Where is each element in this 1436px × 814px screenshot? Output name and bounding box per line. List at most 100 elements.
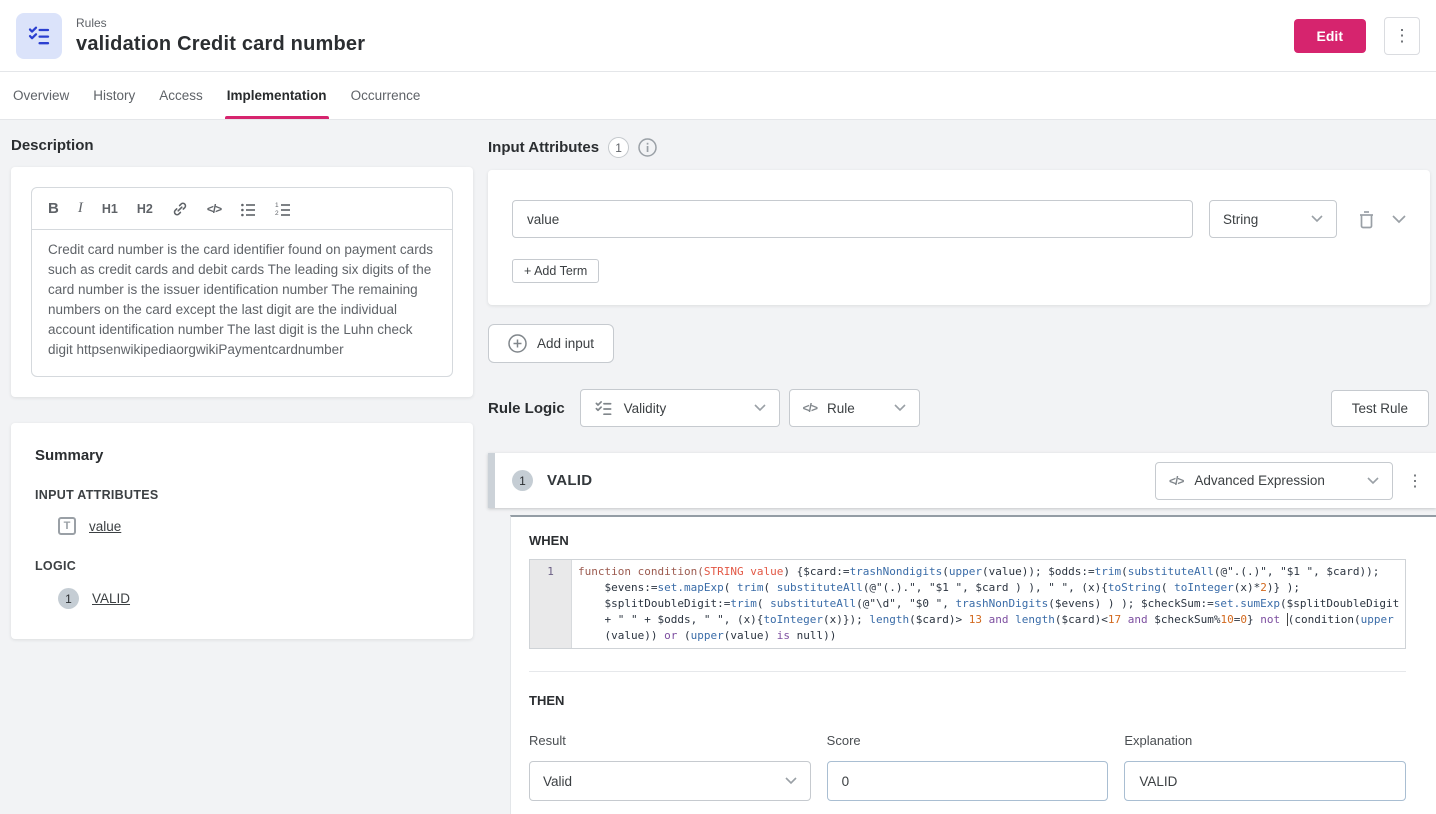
input-attributes-card: String + Add Term — [488, 170, 1430, 305]
bold-button[interactable]: B — [48, 200, 59, 217]
chevron-down-icon — [1367, 477, 1379, 485]
explanation-field: Explanation — [1124, 733, 1406, 801]
heading2-button[interactable]: H2 — [137, 202, 153, 216]
expression-type-value: Advanced Expression — [1194, 473, 1356, 488]
code-icon: </> — [803, 401, 817, 415]
explanation-input[interactable] — [1124, 761, 1406, 801]
tab-bar: Overview History Access Implementation O… — [0, 72, 1436, 120]
summary-logic-label: LOGIC — [35, 559, 449, 573]
checklist-icon — [594, 399, 613, 418]
summary-input-attributes-label: INPUT ATTRIBUTES — [35, 488, 449, 502]
logic-block-kebab-button[interactable]: ⋮ — [1407, 471, 1423, 491]
bullet-list-icon[interactable] — [240, 201, 256, 217]
summary-card: Summary INPUT ATTRIBUTES T value LOGIC 1… — [11, 423, 473, 639]
right-column: Input Attributes 1 String — [488, 120, 1436, 813]
logic-mode-value: Rule — [827, 401, 884, 416]
tab-implementation[interactable]: Implementation — [225, 72, 329, 119]
page-header: Rules validation Credit card number Edit… — [0, 0, 1436, 72]
left-column: Description B I H1 H2 </> — [11, 120, 473, 813]
result-value: Valid — [543, 774, 572, 789]
logic-block-badge: 1 — [512, 470, 533, 491]
expression-type-select[interactable]: </> Advanced Expression — [1155, 462, 1393, 500]
attribute-type-select[interactable]: String — [1209, 200, 1337, 238]
rule-logic-row: Rule Logic Validity </> Rule Test Rule — [488, 389, 1436, 427]
logic-mode-select[interactable]: </> Rule — [789, 389, 920, 427]
rule-logic-label: Rule Logic — [488, 400, 565, 417]
trash-icon — [1358, 210, 1375, 229]
breadcrumb: Rules — [76, 16, 365, 30]
text-attribute-icon: T — [58, 517, 76, 535]
add-input-label: Add input — [537, 336, 594, 351]
logic-block-name: VALID — [547, 472, 592, 489]
page-title: validation Credit card number — [76, 33, 365, 56]
description-text[interactable]: Credit card number is the card identifie… — [32, 230, 452, 376]
expression-code[interactable]: function condition(STRING value) {$card:… — [572, 560, 1405, 648]
logic-block-header[interactable]: 1 VALID </> Advanced Expression ⋮ — [488, 453, 1436, 508]
main-content: Description B I H1 H2 </> — [0, 120, 1436, 813]
score-input[interactable] — [827, 761, 1109, 801]
attribute-name-input[interactable] — [512, 200, 1193, 238]
kebab-icon: ⋮ — [1407, 473, 1423, 490]
kebab-icon: ⋮ — [1394, 27, 1411, 44]
explanation-label: Explanation — [1124, 733, 1406, 748]
summary-heading: Summary — [35, 447, 449, 464]
summary-attribute-row: T value — [58, 517, 449, 535]
divider — [529, 671, 1406, 672]
then-fields: Result Valid Score Explanation — [529, 733, 1406, 801]
title-block: Rules validation Credit card number — [76, 16, 365, 56]
tab-occurrence[interactable]: Occurrence — [349, 72, 423, 119]
code-icon: </> — [1169, 474, 1183, 488]
when-label: WHEN — [529, 533, 1406, 548]
add-term-button[interactable]: + Add Term — [512, 259, 599, 283]
summary-logic-row: 1 VALID — [58, 588, 449, 609]
code-format-icon[interactable]: </> — [207, 202, 221, 216]
logic-index-badge: 1 — [58, 588, 79, 609]
result-select[interactable]: Valid — [529, 761, 811, 801]
numbered-list-icon[interactable]: 1 2 — [275, 201, 291, 217]
input-attribute-row: String — [512, 200, 1406, 238]
expression-code-editor[interactable]: 1 function condition(STRING value) {$car… — [529, 559, 1406, 649]
add-input-button[interactable]: Add input — [488, 324, 614, 363]
result-field: Result Valid — [529, 733, 811, 801]
description-card: B I H1 H2 </> — [11, 167, 473, 397]
heading1-button[interactable]: H1 — [102, 202, 118, 216]
plus-circle-icon — [508, 334, 527, 353]
rules-checklist-icon — [16, 13, 62, 59]
collapse-attribute-button[interactable] — [1392, 215, 1406, 224]
summary-logic-link[interactable]: VALID — [92, 591, 130, 606]
then-label: THEN — [529, 693, 1406, 708]
line-number: 1 — [530, 564, 571, 580]
svg-text:1: 1 — [275, 202, 279, 209]
test-rule-button[interactable]: Test Rule — [1331, 390, 1429, 427]
logic-category-select[interactable]: Validity — [580, 389, 780, 427]
chevron-down-icon — [894, 404, 906, 412]
attribute-type-value: String — [1223, 212, 1258, 227]
chevron-down-icon — [785, 777, 797, 785]
line-number-gutter: 1 — [530, 560, 572, 648]
rich-text-toolbar: B I H1 H2 </> — [32, 188, 452, 230]
logic-block-body: WHEN 1 function condition(STRING value) … — [510, 515, 1436, 814]
chevron-down-icon — [1392, 215, 1406, 224]
score-label: Score — [827, 733, 1109, 748]
tab-history[interactable]: History — [91, 72, 137, 119]
link-icon[interactable] — [172, 201, 188, 217]
description-editor[interactable]: B I H1 H2 </> — [31, 187, 453, 377]
description-heading: Description — [11, 137, 473, 154]
svg-text:2: 2 — [275, 210, 279, 217]
info-icon[interactable] — [638, 138, 657, 157]
input-attributes-heading: Input Attributes — [488, 139, 599, 156]
input-attributes-heading-row: Input Attributes 1 — [488, 137, 1436, 158]
chevron-down-icon — [1311, 215, 1323, 223]
tab-overview[interactable]: Overview — [11, 72, 71, 119]
score-field: Score — [827, 733, 1109, 801]
result-label: Result — [529, 733, 811, 748]
kebab-menu-button[interactable]: ⋮ — [1384, 17, 1420, 55]
edit-button[interactable]: Edit — [1294, 19, 1366, 53]
summary-attribute-link[interactable]: value — [89, 519, 121, 534]
italic-button[interactable]: I — [78, 200, 83, 217]
input-attributes-count-badge: 1 — [608, 137, 629, 158]
chevron-down-icon — [754, 404, 766, 412]
logic-category-value: Validity — [624, 401, 743, 416]
delete-attribute-button[interactable] — [1358, 210, 1375, 229]
tab-access[interactable]: Access — [157, 72, 205, 119]
